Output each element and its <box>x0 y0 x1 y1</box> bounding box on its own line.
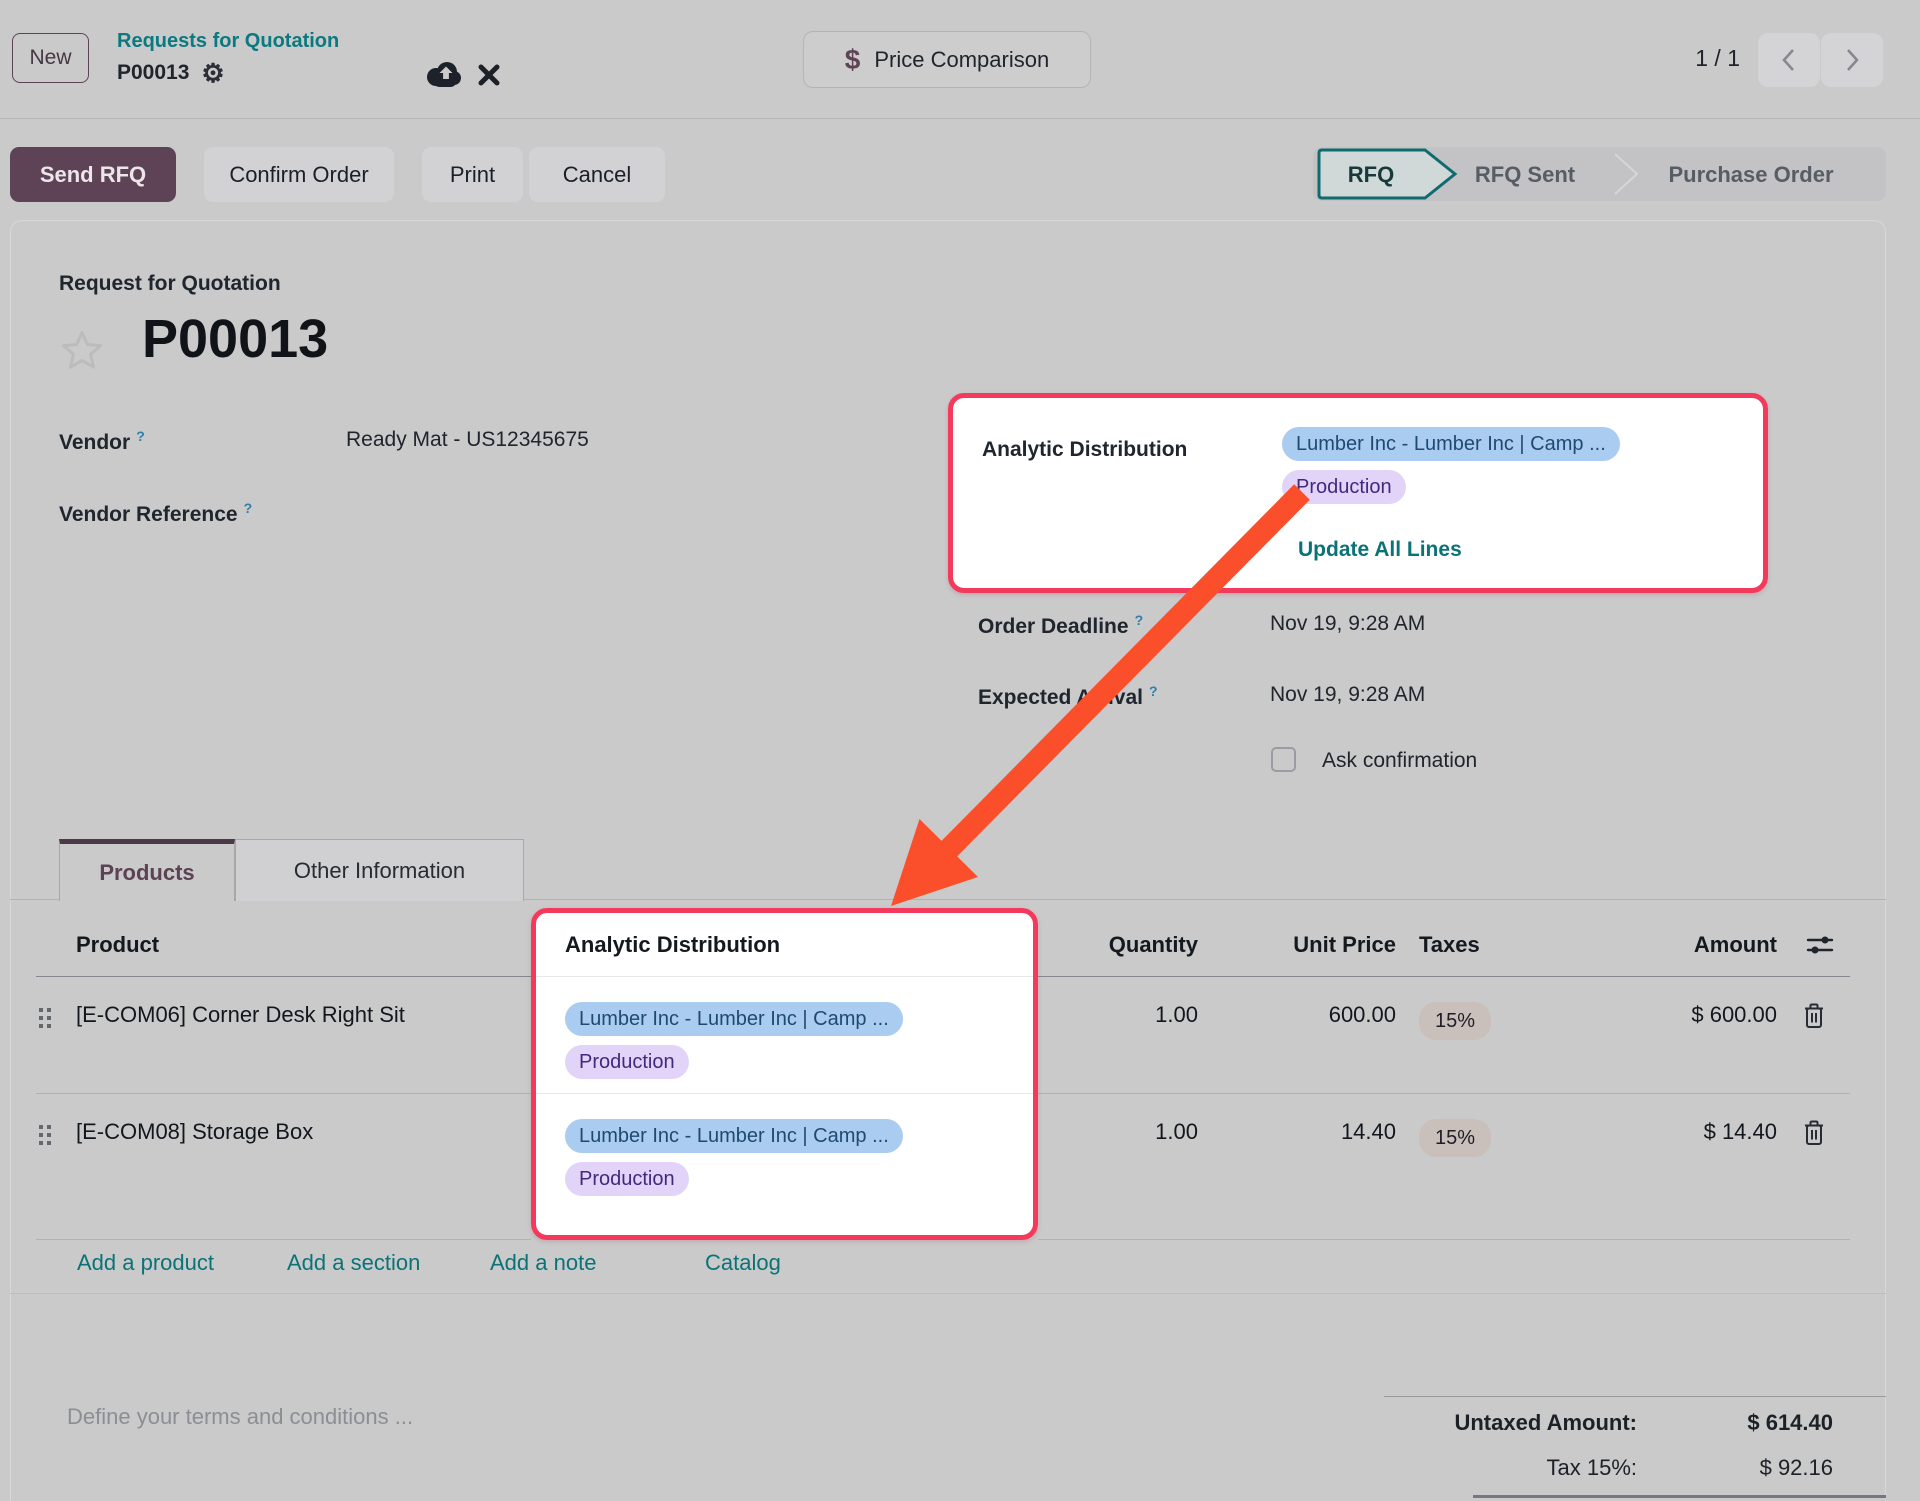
help-icon: ? <box>1135 612 1144 628</box>
send-rfq-button[interactable]: Send RFQ <box>10 147 176 202</box>
tax-value: $ 92.16 <box>1633 1455 1833 1481</box>
product-column-header: Product <box>60 913 531 977</box>
quantity-column-header: Quantity <box>1038 913 1210 977</box>
total-row-divider <box>1473 1495 1886 1498</box>
untaxed-amount-label: Untaxed Amount: <box>1300 1410 1637 1436</box>
add-note-link[interactable]: Add a note <box>490 1250 596 1276</box>
amount-column-header: Amount <box>1560 913 1790 977</box>
favorite-star-icon[interactable] <box>58 328 106 374</box>
taxes-cell: 15% <box>1408 977 1560 1094</box>
status-stage-rfq-label[interactable]: RFQ <box>1348 162 1394 187</box>
analytic-cell: Lumber Inc - Lumber Inc | Camp ... Produ… <box>531 1094 1038 1240</box>
tax-badge[interactable]: 15% <box>1419 1119 1491 1157</box>
tab-other-information[interactable]: Other Information <box>235 839 524 901</box>
catalog-link[interactable]: Catalog <box>705 1250 781 1276</box>
row-drag-handle[interactable] <box>36 977 60 1094</box>
unit-price-column-header: Unit Price <box>1210 913 1408 977</box>
drag-handle-icon <box>38 1123 53 1153</box>
help-icon: ? <box>136 428 145 444</box>
unit-price-cell[interactable]: 600.00 <box>1210 977 1408 1094</box>
expected-arrival-label: Expected Arrival? <box>978 683 1158 710</box>
analytic-tag[interactable]: Production <box>565 1045 689 1079</box>
totals-divider <box>1384 1396 1886 1397</box>
chevron-left-icon <box>1779 45 1799 75</box>
vendor-reference-label: Vendor Reference? <box>59 500 252 527</box>
delete-row-icon[interactable] <box>1790 977 1850 1094</box>
record-title: P00013 <box>142 308 328 370</box>
record-breadcrumb: P00013 ⚙ <box>117 60 225 86</box>
status-stage-purchase-order-label[interactable]: Purchase Order <box>1668 162 1834 187</box>
tax-badge[interactable]: 15% <box>1419 1002 1491 1040</box>
dollar-icon: $ <box>845 44 861 76</box>
table-header-row: Product Analytic Distribution Quantity U… <box>36 913 1850 977</box>
confirm-order-button[interactable]: Confirm Order <box>204 147 394 202</box>
taxes-cell: 15% <box>1408 1094 1560 1240</box>
form-title-label: Request for Quotation <box>59 272 281 296</box>
row-drag-handle[interactable] <box>36 1094 60 1240</box>
record-name: P00013 <box>117 61 189 85</box>
order-lines-table: Product Analytic Distribution Quantity U… <box>36 913 1850 1240</box>
product-cell[interactable]: [E-COM08] Storage Box <box>60 1094 531 1240</box>
chevron-right-icon <box>1842 45 1862 75</box>
new-button[interactable]: New <box>12 33 89 83</box>
analytic-cell: Lumber Inc - Lumber Inc | Camp ... Produ… <box>531 977 1038 1094</box>
status-bar: RFQ RFQ Sent Purchase Order <box>1313 147 1886 201</box>
drag-handle-icon <box>38 1006 53 1036</box>
vendor-label: Vendor? <box>59 428 145 455</box>
terms-placeholder[interactable]: Define your terms and conditions ... <box>67 1404 413 1430</box>
help-icon: ? <box>1149 683 1158 699</box>
analytic-tag[interactable]: Production <box>565 1162 689 1196</box>
analytic-tag[interactable]: Lumber Inc - Lumber Inc | Camp ... <box>565 1119 903 1153</box>
tax-label: Tax 15%: <box>1300 1455 1637 1481</box>
table-row: [E-COM08] Storage Box Lumber Inc - Lumbe… <box>36 1094 1850 1240</box>
analytic-column-header: Analytic Distribution <box>531 913 1038 977</box>
unit-price-cell[interactable]: 14.40 <box>1210 1094 1408 1240</box>
amount-cell: $ 600.00 <box>1560 977 1790 1094</box>
ask-confirmation-checkbox[interactable] <box>1271 747 1296 772</box>
pager-next-button[interactable] <box>1821 33 1883 87</box>
cancel-button[interactable]: Cancel <box>529 147 665 202</box>
quantity-cell[interactable]: 1.00 <box>1038 977 1210 1094</box>
column-options-icon[interactable] <box>1790 913 1850 977</box>
delete-row-icon[interactable] <box>1790 1094 1850 1240</box>
tab-products[interactable]: Products <box>59 839 235 901</box>
product-cell[interactable]: [E-COM06] Corner Desk Right Sit <box>60 977 531 1094</box>
section-divider <box>10 1293 1886 1294</box>
untaxed-amount-value: $ 614.40 <box>1633 1410 1833 1436</box>
analytic-tag[interactable]: Lumber Inc - Lumber Inc | Camp ... <box>565 1002 903 1036</box>
save-cloud-icon[interactable] <box>424 60 462 88</box>
print-button[interactable]: Print <box>422 147 523 202</box>
discard-icon[interactable] <box>478 64 500 86</box>
handle-column-header <box>36 913 60 977</box>
pager-count: 1 / 1 <box>1662 45 1740 72</box>
price-comparison-button[interactable]: $ Price Comparison <box>803 31 1091 88</box>
order-deadline-value[interactable]: Nov 19, 9:28 AM <box>1270 612 1425 636</box>
amount-cell: $ 14.40 <box>1560 1094 1790 1240</box>
gear-icon[interactable]: ⚙ <box>201 60 224 86</box>
taxes-column-header: Taxes <box>1408 913 1560 977</box>
vendor-value[interactable]: Ready Mat - US12345675 <box>346 428 589 452</box>
add-product-link[interactable]: Add a product <box>77 1250 214 1276</box>
table-row: [E-COM06] Corner Desk Right Sit Lumber I… <box>36 977 1850 1094</box>
pager-previous-button[interactable] <box>1758 33 1820 87</box>
add-section-link[interactable]: Add a section <box>287 1250 420 1276</box>
ask-confirmation-label: Ask confirmation <box>1322 749 1477 773</box>
order-deadline-label: Order Deadline? <box>978 612 1143 639</box>
expected-arrival-value[interactable]: Nov 19, 9:28 AM <box>1270 683 1425 707</box>
status-stage-rfq-sent-label[interactable]: RFQ Sent <box>1475 162 1576 187</box>
help-icon: ? <box>244 500 253 516</box>
top-bar: New Requests for Quotation P00013 ⚙ $ Pr… <box>0 0 1920 119</box>
quantity-cell[interactable]: 1.00 <box>1038 1094 1210 1240</box>
breadcrumb[interactable]: Requests for Quotation <box>117 30 339 53</box>
